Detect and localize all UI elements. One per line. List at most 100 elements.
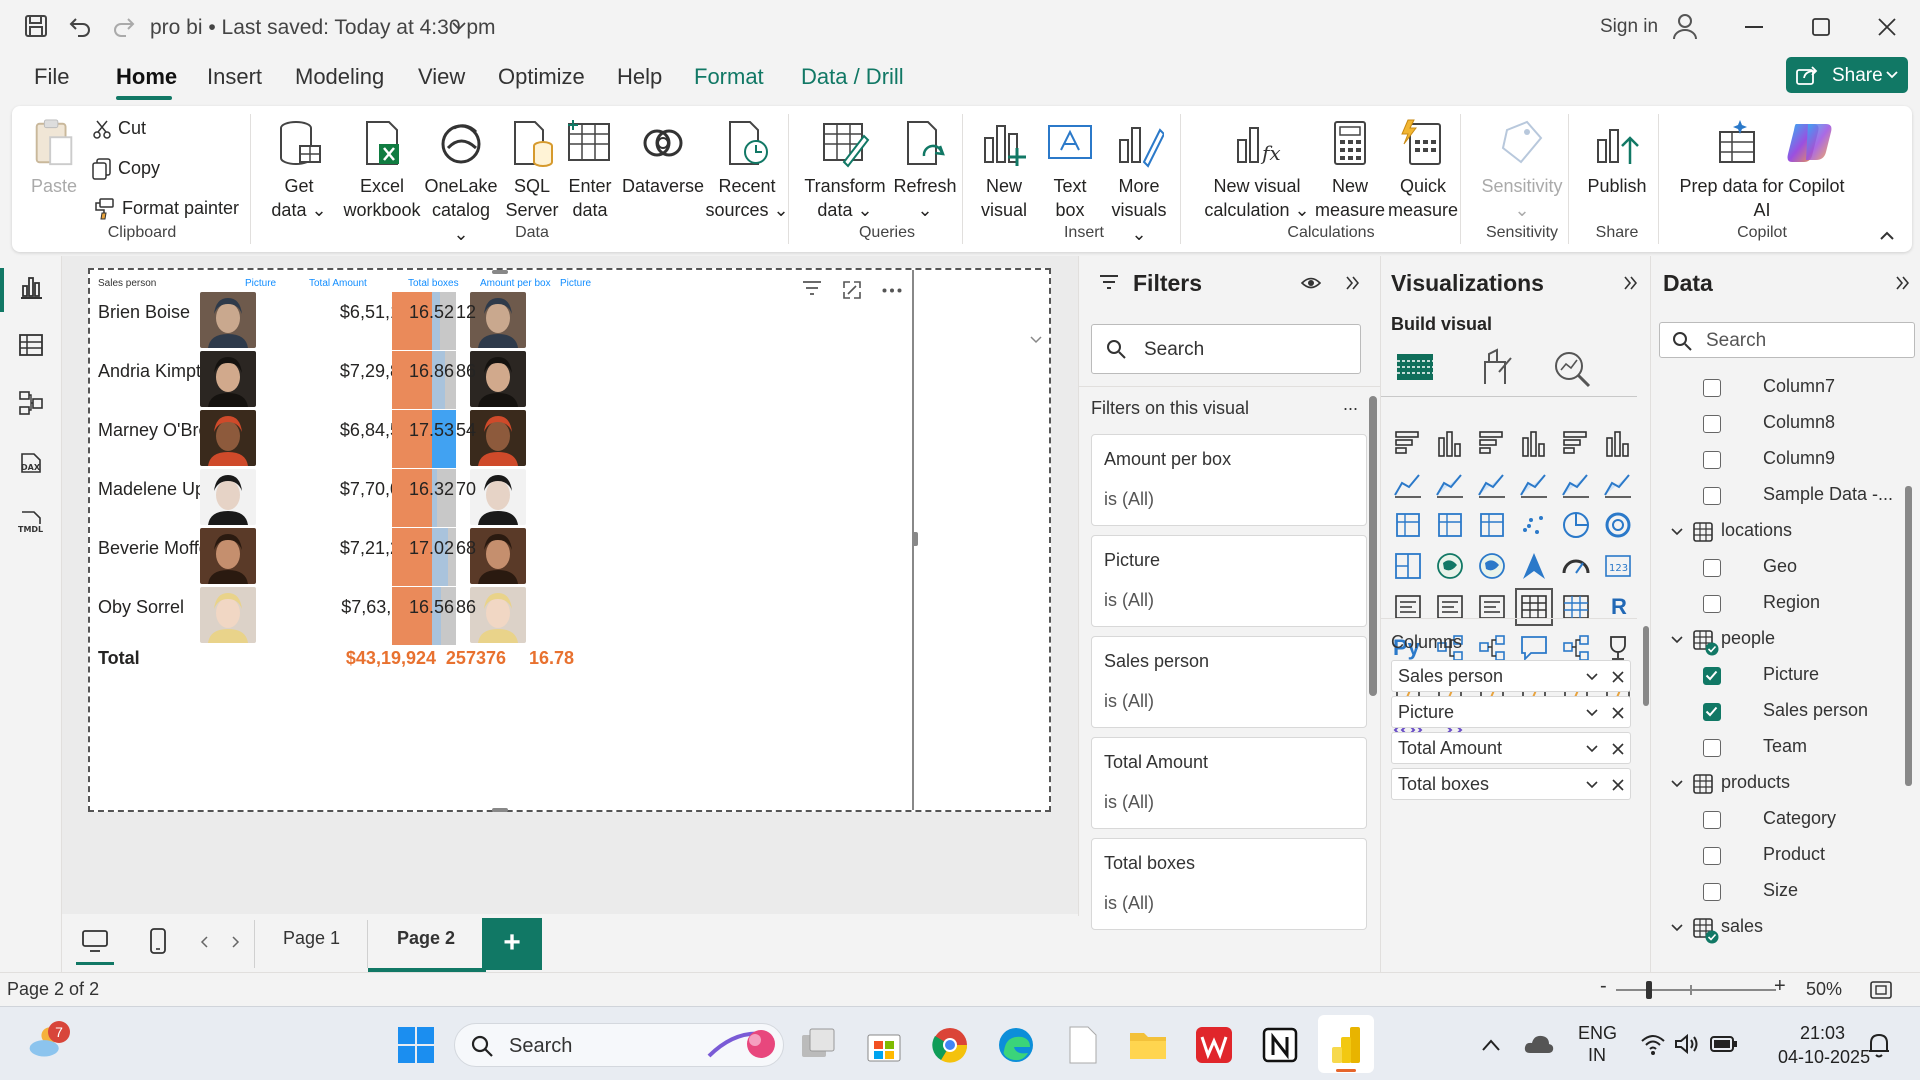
desktop-layout-icon[interactable]: [82, 930, 108, 952]
filter-card[interactable]: Sales person is (All): [1091, 636, 1367, 728]
add-page-button[interactable]: +: [482, 918, 542, 970]
page-next-icon[interactable]: [232, 936, 240, 948]
data-field-label[interactable]: Sales person: [1763, 700, 1868, 721]
clock-time[interactable]: 21:03: [1800, 1023, 1845, 1044]
line-stacked-column-icon[interactable]: [1561, 469, 1591, 499]
get-data-button[interactable]: Get data ⌄: [264, 118, 334, 222]
collapse-filters-icon[interactable]: [1345, 276, 1359, 290]
filters-more-options[interactable]: ...: [1343, 394, 1358, 415]
collapse-ribbon-icon[interactable]: [1880, 230, 1894, 240]
chevron-up-icon[interactable]: [1482, 1039, 1500, 1051]
stacked-bar-icon[interactable]: [1393, 428, 1423, 458]
filter-card[interactable]: Total Amount is (All): [1091, 737, 1367, 829]
wifi-icon[interactable]: [1640, 1033, 1666, 1055]
chevron-down-icon[interactable]: [1586, 709, 1598, 717]
field-checkbox[interactable]: [1703, 487, 1721, 505]
data-field-label[interactable]: Sample Data -...: [1763, 484, 1893, 505]
new-visual-calculation-button[interactable]: fx New visual calculation ⌄: [1192, 118, 1322, 222]
line-icon[interactable]: [1393, 469, 1423, 499]
sensitivity-button[interactable]: Sensitivity ⌄: [1472, 118, 1572, 222]
ribbon-icon[interactable]: [1393, 510, 1423, 540]
filter-card[interactable]: Total boxes is (All): [1091, 838, 1367, 930]
header-picture[interactable]: Picture: [245, 278, 276, 289]
language-indicator[interactable]: ENG: [1578, 1023, 1617, 1044]
data-table-label[interactable]: locations: [1721, 520, 1792, 541]
menu-view[interactable]: View: [418, 64, 465, 90]
copy-button[interactable]: Copy: [92, 158, 160, 180]
funnel-icon[interactable]: [1477, 510, 1507, 540]
save-icon[interactable]: [24, 14, 48, 38]
resize-handle-right[interactable]: [912, 532, 918, 546]
header-picture-2[interactable]: Picture: [560, 278, 591, 289]
remove-field-icon[interactable]: [1612, 671, 1624, 683]
scroll-chevron-icon[interactable]: [1030, 336, 1042, 344]
chevron-down-icon[interactable]: [1586, 673, 1598, 681]
column-field-pill[interactable]: Total Amount: [1391, 732, 1631, 764]
azure-map-icon[interactable]: [1519, 551, 1549, 581]
chevron-down-icon[interactable]: [1586, 781, 1598, 789]
data-field-label[interactable]: Category: [1763, 808, 1836, 829]
data-field-label[interactable]: Geo: [1763, 556, 1797, 577]
r-script-icon[interactable]: R: [1611, 594, 1627, 620]
data-field-label[interactable]: Size: [1763, 880, 1798, 901]
data-scrollbar[interactable]: [1905, 486, 1912, 786]
treemap-icon[interactable]: [1393, 551, 1423, 581]
maximize-icon[interactable]: [1812, 18, 1830, 36]
clustered-column-icon[interactable]: [1519, 428, 1549, 458]
data-field-label[interactable]: Column9: [1763, 448, 1835, 469]
model-view-icon[interactable]: [18, 390, 44, 416]
tmdl-view-icon[interactable]: TMDL: [18, 510, 44, 536]
expand-table-icon[interactable]: [1671, 636, 1683, 644]
volume-icon[interactable]: [1674, 1033, 1700, 1055]
file-explorer-icon[interactable]: [1128, 1025, 1168, 1065]
page-tab-2[interactable]: Page 2: [397, 928, 455, 949]
new-measure-button[interactable]: New measure: [1314, 118, 1386, 222]
data-table-label[interactable]: sales: [1721, 916, 1763, 937]
cut-button[interactable]: Cut: [92, 118, 146, 139]
menu-home[interactable]: Home: [116, 64, 177, 90]
field-checkbox[interactable]: [1703, 415, 1721, 433]
dataverse-button[interactable]: Dataverse: [618, 118, 708, 198]
taskbar-search[interactable]: Search: [454, 1023, 784, 1067]
header-amount-per-box[interactable]: Amount per box: [480, 278, 551, 289]
transform-data-button[interactable]: Transform data ⌄: [800, 118, 890, 222]
zoom-in-button[interactable]: +: [1774, 975, 1786, 998]
page-prev-icon[interactable]: [200, 936, 208, 948]
table-view-icon[interactable]: [18, 332, 44, 358]
stacked-area-icon[interactable]: [1477, 469, 1507, 499]
header-sales-person[interactable]: Sales person: [98, 278, 156, 289]
data-table-label[interactable]: people: [1721, 628, 1775, 649]
notion-icon[interactable]: [1260, 1025, 1300, 1065]
file-title[interactable]: pro bi • Last saved: Today at 4:30 pm: [150, 16, 496, 40]
field-checkbox[interactable]: [1703, 451, 1721, 469]
decomposition-tree-icon[interactable]: [1477, 633, 1507, 663]
data-table-label[interactable]: products: [1721, 772, 1790, 793]
wps-office-icon[interactable]: [1194, 1025, 1234, 1065]
field-checkbox[interactable]: [1703, 559, 1721, 577]
sign-in-link[interactable]: Sign in: [1600, 16, 1658, 38]
100-stacked-area-icon[interactable]: [1519, 469, 1549, 499]
zoom-slider-thumb[interactable]: [1646, 981, 1652, 999]
task-view-icon[interactable]: [798, 1025, 838, 1065]
power-bi-taskbar-button[interactable]: [1318, 1015, 1374, 1073]
menu-format[interactable]: Format: [694, 64, 764, 90]
remove-field-icon[interactable]: [1612, 779, 1624, 791]
onedrive-cloud-icon[interactable]: [1524, 1033, 1554, 1055]
format-visual-icon[interactable]: [1479, 348, 1515, 386]
format-painter-button[interactable]: Format painter: [92, 198, 239, 220]
resize-handle-top[interactable]: [492, 270, 508, 274]
build-visual-icon[interactable]: [1395, 350, 1435, 386]
table-visual[interactable]: Sales person Picture Total Amount Total …: [88, 268, 1051, 812]
gauge-icon[interactable]: [1561, 551, 1591, 581]
refresh-button[interactable]: Refresh ⌄: [890, 118, 960, 222]
sql-server-button[interactable]: SQL Server: [502, 118, 562, 222]
excel-workbook-button[interactable]: Excel workbook: [342, 118, 422, 222]
redo-icon[interactable]: [112, 14, 136, 38]
prep-data-copilot-button[interactable]: Prep data for Copilot AI: [1672, 118, 1852, 222]
expand-table-icon[interactable]: [1671, 924, 1683, 932]
clock-date[interactable]: 04-10-2025: [1778, 1047, 1870, 1068]
data-field-label[interactable]: Column7: [1763, 376, 1835, 397]
menu-modeling[interactable]: Modeling: [295, 64, 384, 90]
chevron-down-icon[interactable]: [1586, 745, 1598, 753]
filters-search-input[interactable]: Search: [1091, 324, 1361, 374]
